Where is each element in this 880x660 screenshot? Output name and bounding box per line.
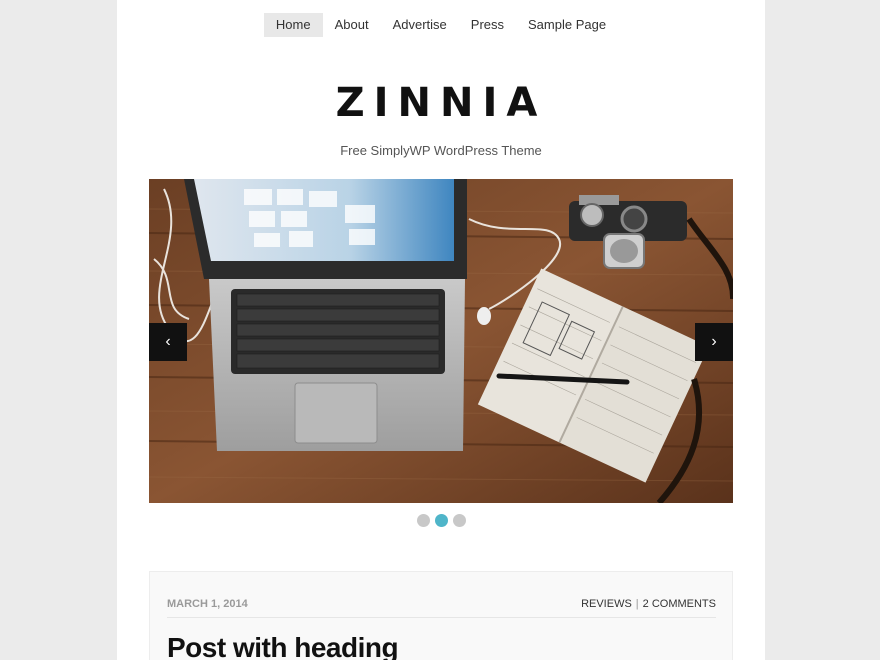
slider-prev-button[interactable]: ‹ (149, 323, 187, 361)
site-title[interactable]: ZINNIA (117, 80, 765, 126)
nav-item-home[interactable]: Home (263, 13, 323, 37)
slider-dot-1[interactable] (416, 514, 430, 527)
nav-item-press[interactable]: Press (459, 13, 516, 37)
post-card: MARCH 1, 2014 REVIEWS | 2 COMMENTS Post wi… (149, 571, 733, 660)
post-category-link[interactable]: REVIEWS (581, 598, 632, 610)
slider-pagination (117, 514, 765, 527)
nav-item-about[interactable]: About (323, 13, 381, 37)
slider-dot-2[interactable] (434, 514, 448, 527)
post-meta-links: REVIEWS | 2 COMMENTS (581, 598, 716, 610)
image-slider: ‹ › (149, 179, 733, 503)
post-comments-link[interactable]: 2 COMMENTS (643, 598, 716, 610)
nav-item-sample-page[interactable]: Sample Page (516, 13, 618, 37)
slide-image-laptop-desk (149, 179, 733, 503)
slider-dot-3[interactable] (452, 514, 466, 527)
slider-next-button[interactable]: › (695, 323, 733, 361)
meta-separator: | (635, 598, 639, 610)
post-meta: MARCH 1, 2014 REVIEWS | 2 COMMENTS (167, 596, 716, 618)
site-tagline: Free SimplyWP WordPress Theme (340, 143, 542, 158)
chevron-left-icon: ‹ (165, 333, 171, 350)
post-title[interactable]: Post with heading (167, 632, 399, 660)
page-container: Home About Advertise Press Sample Page Z… (117, 0, 765, 660)
main-navigation: Home About Advertise Press Sample Page (117, 13, 765, 37)
chevron-right-icon: › (711, 333, 717, 350)
nav-item-advertise[interactable]: Advertise (381, 13, 459, 37)
post-date: MARCH 1, 2014 (167, 598, 248, 610)
